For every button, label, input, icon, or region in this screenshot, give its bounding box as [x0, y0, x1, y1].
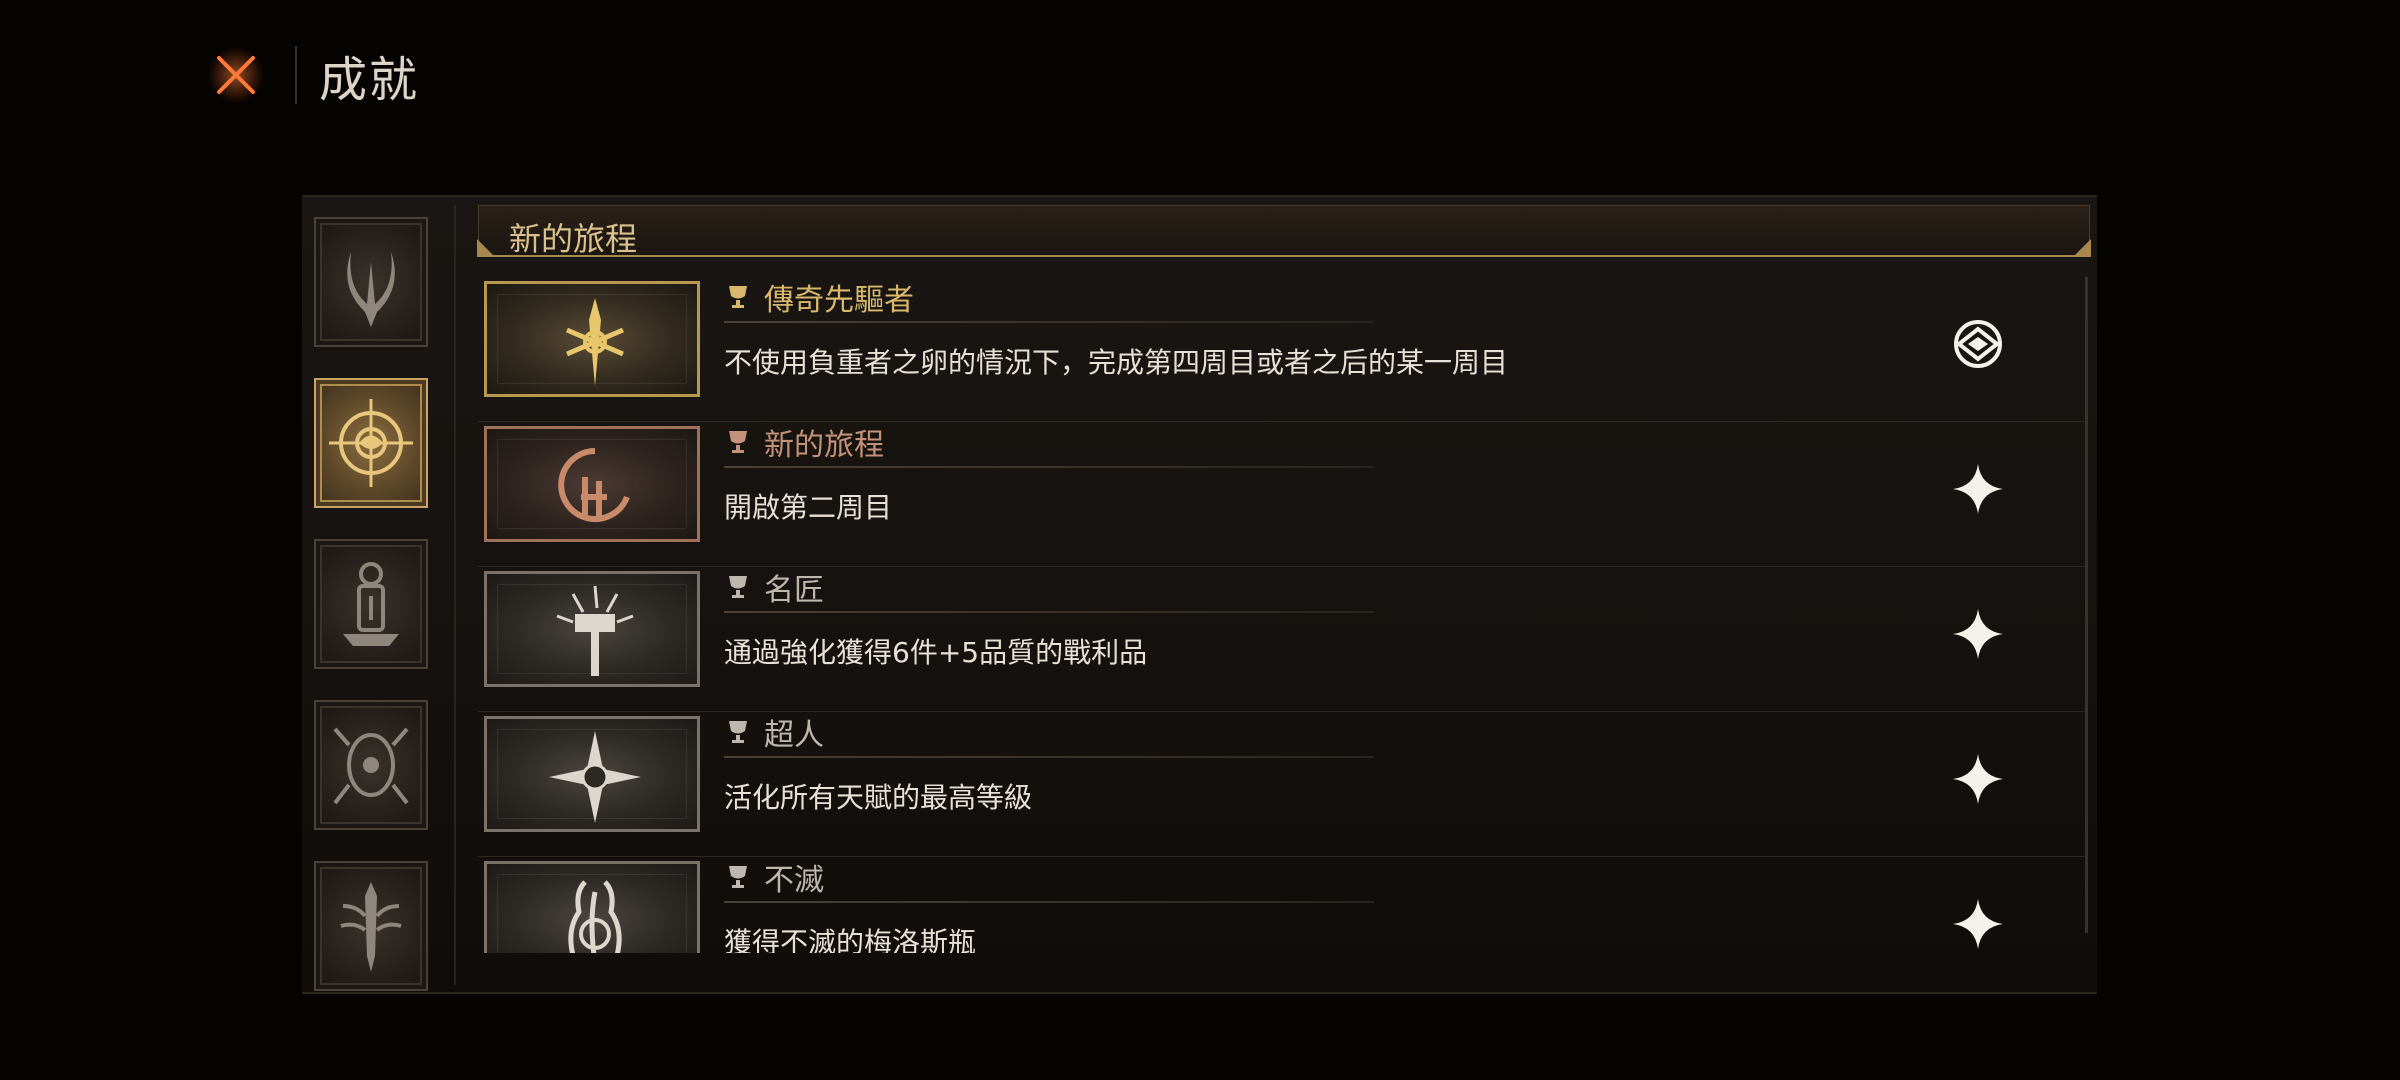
achievement-description: 通過強化獲得6件+5品質的戰利品	[724, 636, 1148, 669]
corner-ornament-icon	[2073, 239, 2091, 257]
trophy-icon	[729, 286, 747, 308]
achievement-list[interactable]: 傳奇先驅者 不使用負重者之卵的情況下，完成第四周目或者之后的某一周目 新的旅程	[478, 277, 2088, 953]
achievement-badge	[484, 426, 700, 542]
category-tab-2[interactable]	[314, 378, 428, 508]
achievement-row[interactable]: 名匠 通過強化獲得6件+5品質的戰利品	[478, 567, 2088, 712]
close-x-icon	[208, 47, 264, 103]
compass-rune-icon	[329, 399, 413, 487]
achievement-row[interactable]: 超人 活化所有天賦的最高等級	[478, 712, 2088, 857]
achievement-panel: 新的旅程 傳奇先驅者 不使用負重者之卵的情況下，完成第四周目或者之后的某一周目	[302, 195, 2097, 994]
hammer-burst-icon	[556, 585, 634, 676]
achievement-badge	[484, 571, 700, 687]
header: 成就	[205, 40, 419, 110]
page-title: 成就	[319, 52, 420, 108]
achievement-name: 新的旅程	[724, 422, 884, 463]
star-sparkle-icon	[1953, 464, 2003, 514]
achievement-description: 開啟第二周目	[724, 491, 893, 524]
achievement-name-text: 名匠	[764, 573, 824, 608]
achievement-row[interactable]: 不滅 獲得不滅的梅洛斯瓶	[478, 857, 2088, 953]
crescent-blade-icon	[347, 252, 395, 327]
trophy-icon	[729, 866, 747, 888]
star-sparkle-icon	[1953, 899, 2003, 949]
achievement-name: 不滅	[724, 857, 824, 898]
trophy-icon	[729, 431, 747, 453]
category-tab-1[interactable]	[314, 217, 428, 347]
achievement-badge	[484, 716, 700, 832]
achievement-name: 超人	[724, 712, 824, 753]
completed-emblem-icon	[1954, 320, 2002, 368]
name-underline	[724, 466, 1374, 468]
category-tab-3[interactable]	[314, 539, 428, 669]
section-title: 新的旅程	[509, 220, 638, 258]
category-tab-4[interactable]	[314, 700, 428, 830]
beast-mask-icon	[333, 727, 409, 805]
achievement-name-text: 不滅	[764, 863, 824, 898]
name-underline	[724, 901, 1374, 903]
name-underline	[724, 611, 1374, 613]
achievement-name-text: 傳奇先驅者	[764, 283, 914, 318]
achievement-name-text: 新的旅程	[764, 428, 884, 463]
achievement-name: 名匠	[724, 567, 824, 608]
achievement-description: 獲得不滅的梅洛斯瓶	[724, 926, 977, 953]
spiral-rune-icon	[558, 448, 630, 522]
corner-ornament-icon	[477, 239, 495, 257]
star-sparkle-icon	[1953, 609, 2003, 659]
achievement-badge	[484, 861, 700, 953]
category-tab-5[interactable]	[314, 861, 428, 991]
achievement-name-text: 超人	[764, 718, 824, 753]
trophy-icon	[729, 721, 747, 743]
achievement-name: 傳奇先驅者	[724, 277, 914, 318]
name-underline	[724, 756, 1374, 758]
lantern-idol-icon	[343, 562, 399, 646]
name-underline	[724, 321, 1374, 323]
achievement-badge	[484, 281, 700, 397]
ornate-sword-emblem-icon	[566, 298, 624, 386]
achievement-row[interactable]: 新的旅程 開啟第二周目	[478, 422, 2088, 567]
thorn-sword-icon	[340, 882, 402, 972]
achievement-description: 不使用負重者之卵的情況下，完成第四周目或者之后的某一周目	[724, 346, 1509, 379]
category-sidebar	[314, 217, 432, 1022]
close-button[interactable]	[205, 44, 267, 106]
star-sparkle-icon	[1953, 754, 2003, 804]
section-header: 新的旅程	[477, 205, 2091, 258]
flame-hand-icon	[568, 880, 622, 953]
scrollbar-track[interactable]	[2085, 277, 2088, 933]
achievement-description: 活化所有天賦的最高等級	[724, 781, 1033, 814]
header-divider	[295, 46, 297, 104]
sidebar-divider	[454, 205, 456, 985]
radiant-star-icon	[549, 731, 641, 823]
achievement-row[interactable]: 傳奇先驅者 不使用負重者之卵的情況下，完成第四周目或者之后的某一周目	[478, 277, 2088, 422]
trophy-icon	[729, 576, 747, 598]
